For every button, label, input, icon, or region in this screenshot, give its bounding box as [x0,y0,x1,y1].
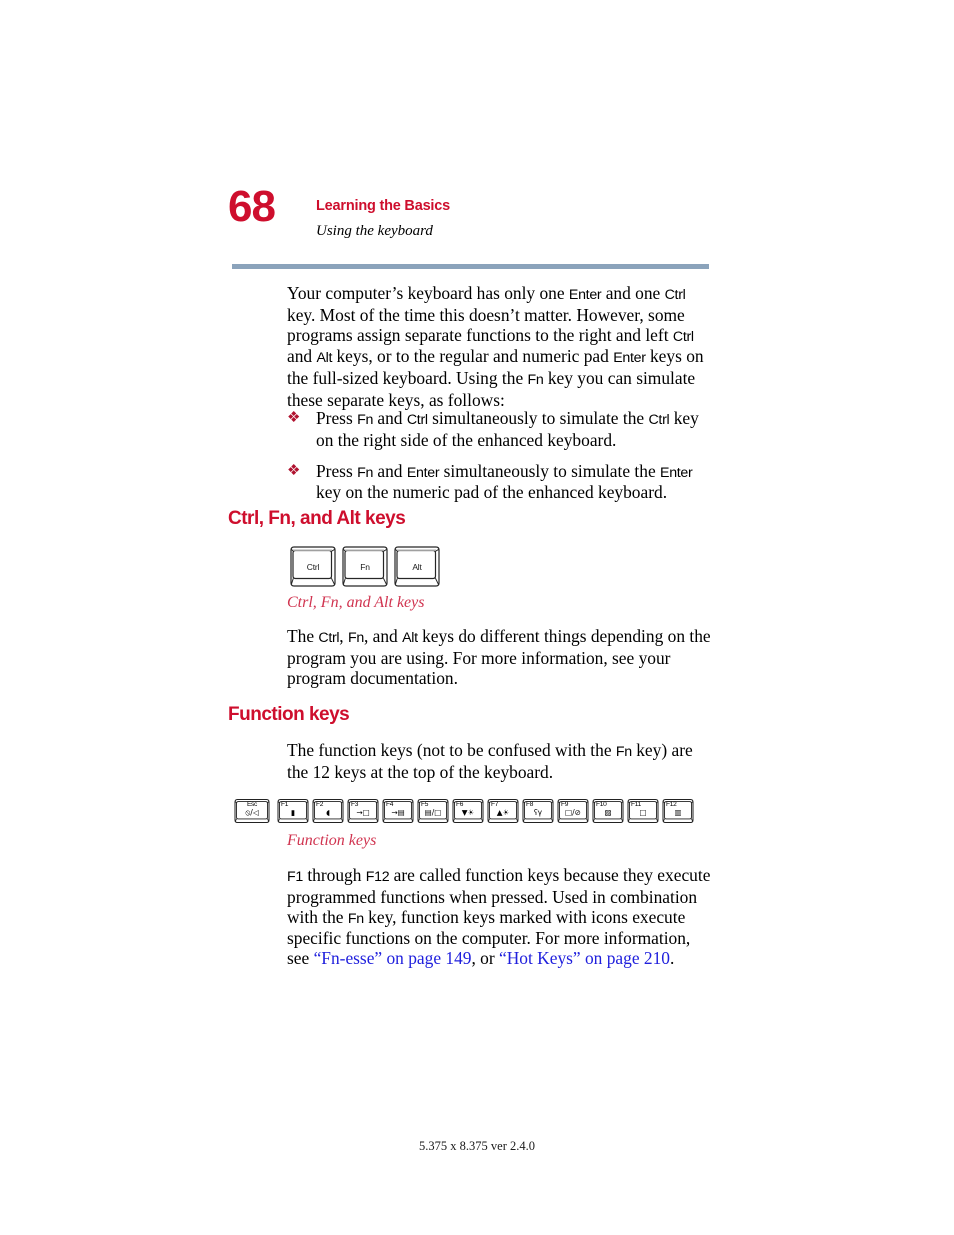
key-name-fn: Fn [347,910,364,927]
fkey-f8: F8 ʕγ [521,798,555,824]
fkey-f12: F12 ▥ [661,798,695,824]
intro-paragraph-block: Your computer’s keyboard has only one En… [287,283,712,411]
keycap-fn: Fn [340,545,390,589]
keycap-ctrl: Ctrl [288,545,338,589]
cross-reference-link-fn-esse[interactable]: “Fn-esse” on page 149 [314,948,472,968]
function-intro-paragraph: The function keys (not to be confused wi… [287,740,712,783]
text-run: The [287,626,319,646]
figure-caption-function-keys: Function keys [287,832,377,849]
key-name-enter: Enter [613,350,646,367]
page-number: 68 [228,182,276,231]
text-run: , and [363,626,403,646]
fkey-f5: F5 ▤/□ [416,798,450,824]
section-heading-function-keys: Function keys [228,704,350,725]
text-run: simultaneously to simulate the [427,408,649,428]
key-name-fn: Fn [357,464,374,481]
text-run: The function keys (not to be confused wi… [287,740,616,760]
text-run: , or [471,948,500,969]
fkey-f2: F2 ◖ [311,798,345,824]
function-detail-paragraph: F1 through F12 are called function keys … [287,865,712,969]
key-name-enter: Enter [660,464,693,481]
fkey-f9: F9 □/⊘ [556,798,590,824]
intro-paragraph: Your computer’s keyboard has only one En… [287,283,712,411]
keycap-alt: Alt [392,545,442,589]
text-run: Your computer’s keyboard has only one [287,283,569,303]
header-section-title: Using the keyboard [316,222,433,239]
text-run: simultaneously to simulate the [439,460,661,481]
key-name-ctrl: Ctrl [318,630,340,646]
text-run: key on the numeric pad of the enhanced k… [316,482,668,503]
key-name-enter: Enter [406,464,440,481]
key-name-ctrl: Ctrl [406,412,428,428]
fkey-f3: F3 →□ [346,798,380,824]
function-detail-paragraph-block: F1 through F12 are called function keys … [287,865,712,969]
bullet-diamond-icon: ❖ [287,410,301,426]
key-name-fn: Fn [527,372,544,389]
key-name-ctrl: Ctrl [648,412,670,428]
key-name-ctrl: Ctrl [664,287,686,303]
text-run: and [373,460,407,481]
fkey-f10: F10 ▨ [591,798,625,824]
figure-function-key-strip: Esc ⦸/◁ F1 ▮ F2 ◖ F3 →□ F4 →▤ F5 ▤/□ F6 … [233,798,696,824]
key-name-fn: Fn [347,630,364,646]
text-run: key. Most of the time this doesn’t matte… [287,304,685,345]
text-run: Press [316,460,358,481]
fkey-esc: Esc ⦸/◁ [233,798,271,824]
figure-caption-ctrl-fn-alt: Ctrl, Fn, and Alt keys [287,594,425,611]
key-name-fn: Fn [615,744,632,760]
document-page: 68 Learning the Basics Using the keyboar… [0,0,954,1235]
list-item: ❖ Press Fn and Ctrl simultaneously to si… [287,408,712,451]
fkey-f4: F4 →▤ [381,798,415,824]
key-name-f12: F12 [365,869,390,885]
page-footer: 5.375 x 8.375 ver 2.4.0 [419,1139,535,1153]
text-run: and [373,408,407,428]
fkey-f6: F6 ▼☀ [451,798,485,824]
text-run: and [287,346,317,367]
key-name-fn: Fn [357,412,374,428]
list-item: ❖ Press Fn and Enter simultaneously to s… [287,460,712,504]
text-run: keys, or to the regular and numeric pad [332,346,614,367]
text-run: , [339,626,348,646]
fkey-f7: F7 ▲☀ [486,798,520,824]
header-chapter-title: Learning the Basics [316,198,450,214]
key-name-alt: Alt [402,630,418,646]
text-run: through [302,865,366,885]
key-name-ctrl: Ctrl [672,328,694,345]
text-run: Press [316,408,358,428]
key-name-alt: Alt [316,350,333,367]
ctrl-section-paragraph-block: The Ctrl, Fn, and Alt keys do different … [287,626,712,688]
bulleted-list: ❖ Press Fn and Ctrl simultaneously to si… [287,408,712,514]
section-heading-ctrl-fn-alt: Ctrl, Fn, and Alt keys [228,508,406,529]
fkey-f11: F11 □ [626,798,660,824]
figure-ctrl-fn-alt-keycaps: Ctrl Fn Alt [288,545,442,589]
ctrl-section-paragraph: The Ctrl, Fn, and Alt keys do different … [287,626,712,688]
function-intro-paragraph-block: The function keys (not to be confused wi… [287,740,712,783]
key-name-enter: Enter [568,287,602,303]
bullet-diamond-icon: ❖ [287,462,301,479]
text-run: and one [601,283,665,303]
cross-reference-link-hot-keys[interactable]: “Hot Keys” on page 210 [499,948,670,968]
text-run: . [669,948,675,969]
page-header: Learning the Basics Using the keyboard [316,197,716,241]
header-divider-rule [232,264,709,269]
key-name-f1: F1 [287,869,303,885]
fkey-f1: F1 ▮ [276,798,310,824]
